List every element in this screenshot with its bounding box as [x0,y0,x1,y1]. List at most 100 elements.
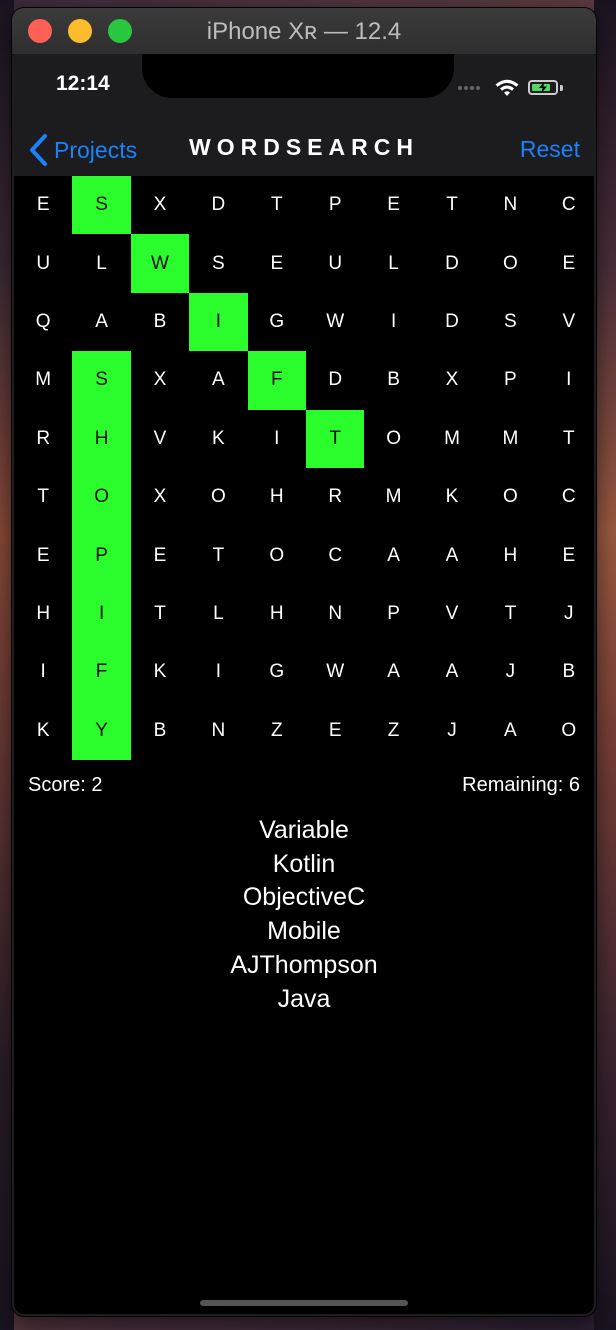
grid-cell[interactable]: M [14,351,72,409]
grid-cell[interactable]: A [423,526,481,584]
grid-cell[interactable]: E [306,702,364,760]
grid-cell[interactable]: J [481,643,539,701]
grid-cell[interactable]: Q [14,293,72,351]
grid-cell[interactable]: O [481,468,539,526]
grid-cell[interactable]: F [247,351,306,410]
grid-cell[interactable]: I [248,410,306,468]
grid-cell[interactable]: Z [248,702,306,760]
grid-cell[interactable]: Y [72,701,131,760]
grid-cell[interactable]: T [131,585,189,643]
grid-cell[interactable]: U [14,234,72,292]
grid-cell[interactable]: X [131,351,189,409]
grid-cell[interactable]: P [72,526,131,585]
grid-cell[interactable]: I [72,584,131,644]
grid-cell[interactable]: R [14,410,72,468]
grid-cell[interactable]: E [248,234,306,292]
grid-cell[interactable]: T [540,410,594,468]
grid-cell[interactable]: A [423,643,481,701]
grid-cell[interactable]: P [364,585,422,643]
grid-cell[interactable]: H [248,468,306,526]
grid-cell[interactable]: K [14,702,72,760]
grid-cell[interactable]: H [248,585,306,643]
grid-cell[interactable]: M [481,410,539,468]
grid-cell[interactable]: O [189,468,247,526]
grid-cell[interactable]: I [540,351,594,409]
grid-cell[interactable]: A [481,702,539,760]
reset-button[interactable]: Reset [520,136,580,163]
grid-cell[interactable]: I [189,292,248,352]
grid-cell[interactable]: W [306,643,364,701]
grid-cell[interactable]: R [306,468,364,526]
grid-cell[interactable]: C [540,468,594,526]
grid-cell[interactable]: I [14,643,72,701]
grid-cell[interactable]: P [306,176,364,234]
grid-cell[interactable]: T [248,176,306,234]
grid-cell[interactable]: O [481,234,539,292]
grid-cell[interactable]: K [131,643,189,701]
window-titlebar[interactable]: iPhone Xʀ — 12.4 [12,8,596,55]
grid-cell[interactable]: L [72,234,130,292]
grid-cell[interactable]: N [189,702,247,760]
grid-cell[interactable]: S [72,351,131,410]
grid-cell[interactable]: K [189,410,247,468]
grid-cell[interactable]: N [481,176,539,234]
grid-cell[interactable]: M [364,468,422,526]
grid-cell[interactable]: D [306,351,364,409]
grid-cell[interactable]: G [248,643,306,701]
grid-cell[interactable]: L [189,585,247,643]
grid-cell[interactable]: J [540,585,594,643]
grid-cell[interactable]: S [72,176,131,235]
grid-cell[interactable]: E [14,526,72,584]
grid-cell[interactable]: K [423,468,481,526]
grid-cell[interactable]: B [131,702,189,760]
grid-cell[interactable]: I [189,643,247,701]
grid-cell[interactable]: E [131,526,189,584]
grid-cell[interactable]: H [14,585,72,643]
grid-cell[interactable]: D [423,293,481,351]
grid-cell[interactable]: N [306,585,364,643]
grid-cell[interactable]: H [481,526,539,584]
grid-cell[interactable]: B [540,643,594,701]
grid-cell[interactable]: A [364,526,422,584]
letter-grid[interactable]: ESXDTPETNCULWSEULDOEQABIGWIDSVMSXAFDBXPI… [14,176,594,760]
grid-cell[interactable]: A [364,643,422,701]
grid-cell[interactable]: O [248,526,306,584]
grid-cell[interactable]: O [364,410,422,468]
grid-cell[interactable]: T [189,526,247,584]
grid-cell[interactable]: B [131,293,189,351]
grid-cell[interactable]: P [481,351,539,409]
grid-cell[interactable]: W [130,234,190,293]
grid-cell[interactable]: V [423,585,481,643]
grid-cell[interactable]: D [423,234,481,292]
grid-cell[interactable]: U [306,234,364,292]
grid-cell[interactable]: X [423,351,481,409]
grid-cell[interactable]: M [423,410,481,468]
grid-cell[interactable]: D [189,176,247,234]
home-indicator[interactable] [200,1300,408,1306]
grid-cell[interactable]: S [481,293,539,351]
grid-cell[interactable]: E [14,176,72,234]
grid-cell[interactable]: B [364,351,422,409]
grid-cell[interactable]: J [423,702,481,760]
grid-cell[interactable]: I [364,293,422,351]
grid-cell[interactable]: T [306,409,365,468]
grid-cell[interactable]: W [306,293,364,351]
grid-cell[interactable]: T [14,468,72,526]
grid-cell[interactable]: E [540,526,594,584]
grid-cell[interactable]: L [364,234,422,292]
grid-cell[interactable]: Z [364,702,422,760]
grid-cell[interactable]: V [131,410,189,468]
grid-cell[interactable]: O [72,468,131,527]
grid-cell[interactable]: C [540,176,594,234]
grid-cell[interactable]: X [131,176,189,234]
grid-cell[interactable]: G [248,293,306,351]
grid-cell[interactable]: E [540,234,594,292]
grid-cell[interactable]: T [423,176,481,234]
grid-cell[interactable]: S [189,234,247,292]
grid-cell[interactable]: X [131,468,189,526]
grid-cell[interactable]: F [72,643,131,702]
grid-cell[interactable]: A [72,293,130,351]
grid-cell[interactable]: O [540,702,594,760]
grid-cell[interactable]: T [481,585,539,643]
grid-cell[interactable]: V [540,293,594,351]
